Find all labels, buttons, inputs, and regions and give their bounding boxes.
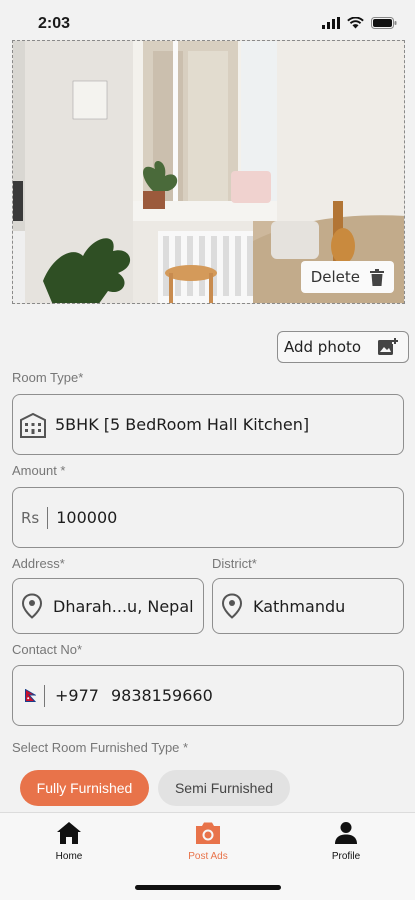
home-indicator [135, 885, 281, 890]
status-bar: 2:03 [0, 0, 415, 38]
currency-prefix: Rs [21, 508, 40, 527]
status-time: 2:03 [38, 15, 71, 32]
district-value: Kathmandu [253, 596, 346, 616]
home-icon [57, 822, 81, 844]
chip-fully-furnished[interactable]: Fully Furnished [20, 770, 149, 806]
add-photo-label: Add photo [284, 338, 362, 356]
room-type-select[interactable]: 5BHK [5 BedRoom Hall Kitchen] [12, 394, 404, 455]
amount-field[interactable]: Rs 100000 [12, 487, 404, 548]
wifi-icon [347, 17, 364, 29]
building-icon [20, 412, 46, 438]
district-label: District* [212, 556, 257, 571]
nav-home-label: Home [55, 851, 83, 862]
contact-divider [44, 684, 45, 707]
trash-icon [370, 268, 384, 286]
room-type-value: 5BHK [5 BedRoom Hall Kitchen] [55, 415, 310, 434]
room-type-label: Room Type* [12, 370, 84, 385]
contact-label: Contact No* [12, 642, 83, 657]
person-icon [335, 822, 357, 844]
location-pin-icon [221, 593, 243, 619]
contact-value: 9838159660 [110, 686, 213, 705]
location-pin-icon [21, 593, 43, 619]
amount-label: Amount * [12, 463, 66, 478]
camera-icon [196, 822, 220, 844]
address-field[interactable]: Dharah...u, Nepal [12, 578, 204, 634]
furnished-label: Select Room Furnished Type * [12, 740, 189, 755]
nav-home[interactable]: Home [29, 821, 109, 862]
amount-value: 100000 [56, 508, 118, 527]
address-value: Dharah...u, Nepal [53, 596, 194, 616]
nepal-flag-icon [25, 689, 36, 702]
delete-label: Delete [310, 268, 360, 286]
country-code: +977 [55, 686, 99, 705]
currency-divider [47, 506, 49, 529]
add-image-icon [378, 338, 398, 355]
room-photo: Delete [12, 40, 405, 304]
battery-icon [371, 17, 397, 29]
status-icons [322, 17, 397, 29]
signal-icon [322, 17, 340, 29]
delete-photo-button[interactable]: Delete [300, 261, 394, 293]
address-label: Address* [12, 556, 65, 571]
district-field[interactable]: Kathmandu [212, 578, 404, 634]
nav-post-ads-label: Post Ads [188, 851, 228, 862]
nav-profile[interactable]: Profile [306, 821, 386, 862]
chip-semi-furnished[interactable]: Semi Furnished [158, 770, 290, 806]
contact-field[interactable]: +977 9838159660 [12, 665, 404, 726]
nav-profile-label: Profile [331, 851, 361, 862]
nav-post-ads[interactable]: Post Ads [168, 821, 248, 862]
add-photo-button[interactable]: Add photo [277, 331, 409, 363]
